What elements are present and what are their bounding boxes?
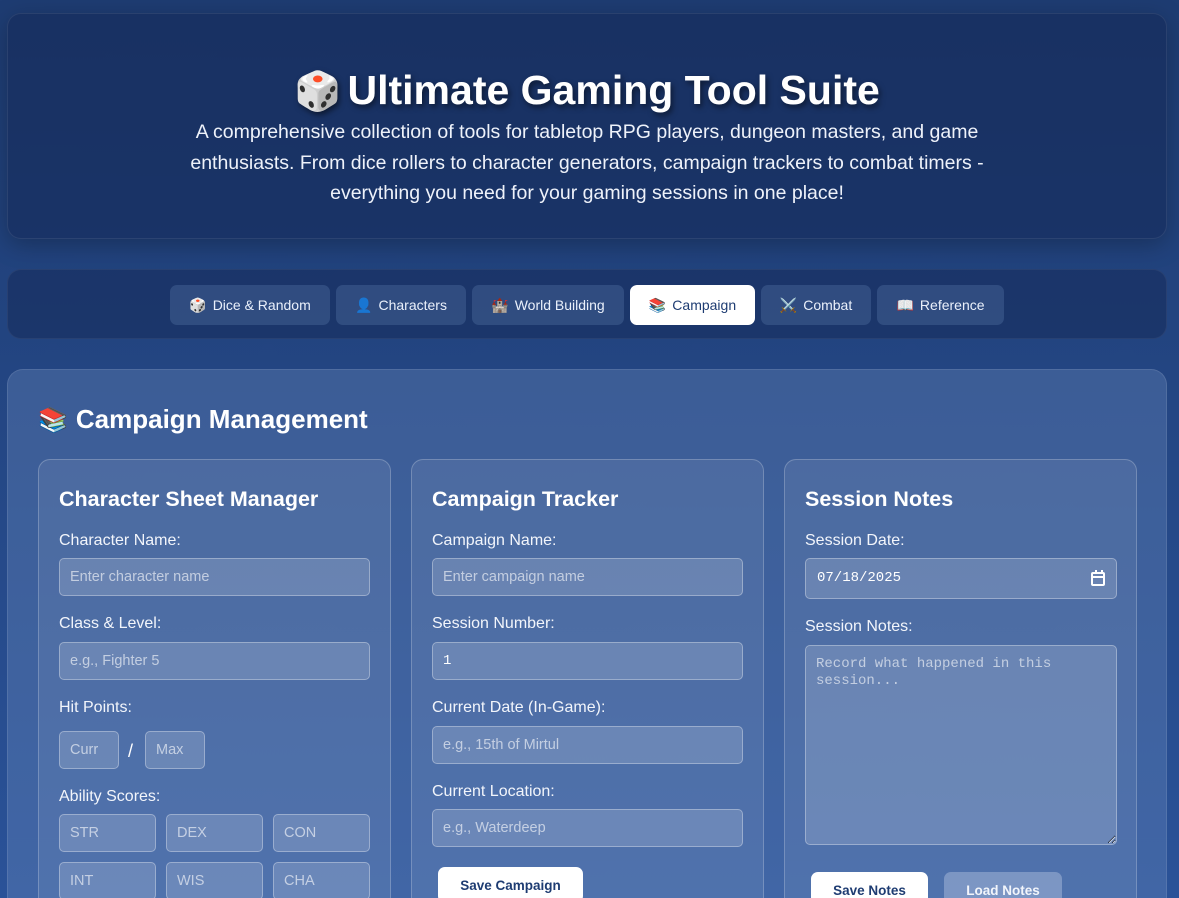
hit-points-label: Hit Points: (59, 699, 132, 716)
int-input[interactable] (59, 862, 156, 898)
tab-campaign[interactable]: 📚 Campaign (630, 285, 755, 325)
tab-label: Reference (919, 297, 985, 313)
str-input[interactable] (59, 814, 156, 852)
tab-label: Dice & Random (212, 297, 311, 313)
castle-icon: 🏰 (491, 297, 509, 313)
current-location-input[interactable] (432, 809, 743, 847)
campaign-name-input[interactable] (432, 558, 743, 596)
save-notes-button[interactable]: Save Notes (811, 872, 928, 898)
card-title: Campaign Tracker (432, 487, 619, 511)
page-title: 🎲 Ultimate Gaming Tool Suite (8, 64, 1166, 118)
session-notes-label: Session Notes: (805, 618, 913, 635)
wis-input[interactable] (166, 862, 263, 898)
tab-world-building[interactable]: 🏰 World Building (472, 285, 624, 325)
class-level-label: Class & Level: (59, 615, 162, 632)
card-title: Session Notes (805, 487, 954, 511)
session-number-label: Session Number: (432, 615, 555, 632)
dice-icon: 🎲 (189, 297, 207, 313)
calendar-icon[interactable] (1091, 570, 1105, 586)
load-notes-button[interactable]: Load Notes (944, 872, 1062, 898)
crossed-swords-icon: ⚔️ (779, 297, 798, 313)
character-name-label: Character Name: (59, 532, 181, 549)
current-location-label: Current Location: (432, 783, 555, 800)
app-header: 🎲 Ultimate Gaming Tool Suite A comprehens… (7, 13, 1167, 239)
hp-current-input[interactable] (59, 731, 119, 769)
character-name-input[interactable] (59, 558, 370, 596)
panel-title: 📚 Campaign Management (38, 401, 368, 439)
session-date-label: Session Date: (805, 532, 905, 549)
tab-characters[interactable]: 👤 Characters (336, 285, 466, 325)
cha-input[interactable] (273, 862, 370, 898)
hp-max-input[interactable] (145, 731, 205, 769)
tab-dice-random[interactable]: 🎲 Dice & Random (170, 285, 330, 325)
session-notes-card: Session Notes Session Date: 07/18/2025 S… (784, 459, 1137, 898)
dice-icon: 🎲 (294, 71, 342, 113)
tab-bar: 🎲 Dice & Random 👤 Characters 🏰 World Buildi… (7, 269, 1167, 339)
character-sheet-card: Character Sheet Manager Character Name: … (38, 459, 391, 898)
panel-title-text: Campaign Management (75, 404, 368, 434)
class-level-input[interactable] (59, 642, 370, 680)
con-input[interactable] (273, 814, 370, 852)
tab-combat[interactable]: ⚔️ Combat (761, 285, 871, 325)
open-book-icon: 📖 (896, 297, 914, 313)
tab-label: World Building (514, 297, 605, 313)
hp-separator: / (128, 741, 134, 761)
campaign-tracker-card: Campaign Tracker Campaign Name: Session … (411, 459, 764, 898)
books-icon: 📚 (38, 407, 68, 434)
campaign-panel: 📚 Campaign Management Character Sheet Man… (7, 369, 1167, 898)
page-title-text: Ultimate Gaming Tool Suite (347, 67, 880, 113)
save-campaign-button[interactable]: Save Campaign (438, 867, 583, 898)
session-number-input[interactable] (432, 642, 743, 680)
session-date-value: 07/18/2025 (817, 570, 902, 586)
campaign-name-label: Campaign Name: (432, 532, 557, 549)
tab-label: Combat (803, 297, 853, 313)
ability-scores-label: Ability Scores: (59, 788, 161, 805)
books-icon: 📚 (648, 297, 667, 313)
session-date-input[interactable]: 07/18/2025 (805, 558, 1117, 599)
tab-label: Characters (378, 297, 447, 313)
dex-input[interactable] (166, 814, 263, 852)
session-notes-textarea[interactable] (805, 645, 1117, 845)
page-description: A comprehensive collection of tools for … (190, 121, 984, 204)
in-game-date-input[interactable] (432, 726, 743, 764)
tab-label: Campaign (672, 297, 737, 313)
card-title: Character Sheet Manager (59, 487, 319, 511)
person-icon: 👤 (355, 297, 373, 313)
in-game-date-label: Current Date (In-Game): (432, 699, 606, 716)
tab-reference[interactable]: 📖 Reference (877, 285, 1004, 325)
